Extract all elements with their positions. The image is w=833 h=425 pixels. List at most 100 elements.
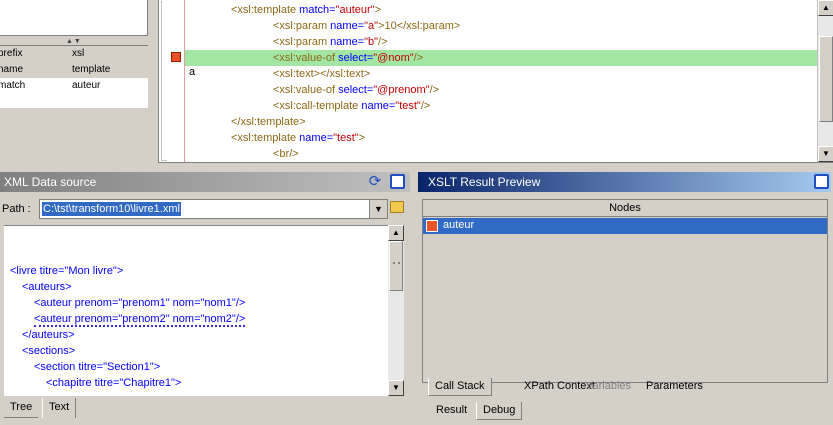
scroll-down-icon[interactable]: ▼ bbox=[818, 146, 833, 162]
properties-panel: ▲▼ prefix xsl name template match auteur bbox=[0, 0, 150, 163]
code-line[interactable]: <xsl:call-template name="test"/> bbox=[185, 98, 818, 114]
code-tag: <xsl:param bbox=[273, 20, 327, 32]
scroll-thumb[interactable] bbox=[389, 241, 403, 291]
xml-panel-titlebar[interactable]: XML Data source ⟳ bbox=[0, 172, 410, 192]
code-attr: select= bbox=[335, 52, 373, 64]
code-rest: /> bbox=[430, 84, 439, 96]
tab-parameters[interactable]: Parameters bbox=[640, 378, 709, 396]
maximize-icon[interactable] bbox=[390, 174, 405, 189]
xml-vertical-scrollbar[interactable]: ▲ ▼ bbox=[388, 225, 404, 396]
debug-info-tabs: Call Stack XPath Context Variables Param… bbox=[422, 378, 828, 398]
editor-gutter[interactable] bbox=[159, 0, 184, 162]
code-rest: /> bbox=[378, 36, 387, 48]
code-value: "auteur" bbox=[336, 4, 375, 16]
scroll-up-icon[interactable]: ▲ bbox=[388, 225, 404, 241]
variable-marker: a bbox=[189, 66, 195, 78]
code-line[interactable]: <xsl:value-of select="@nom"/> bbox=[185, 50, 818, 66]
xslt-code-editor[interactable]: <xsl:template match="auteur"> <xsl:param … bbox=[158, 0, 833, 163]
code-tag: <xsl:param bbox=[273, 36, 327, 48]
xml-line[interactable]: <sections> bbox=[22, 343, 75, 359]
nodes-column-header[interactable]: Nodes bbox=[423, 200, 827, 217]
xml-line-text: <auteur prenom="prenom1" nom="nom1"/> bbox=[34, 297, 245, 309]
nodes-list[interactable]: Nodes auteur bbox=[422, 199, 828, 383]
code-line[interactable]: <xsl:text></xsl:text> bbox=[185, 66, 818, 82]
code-line[interactable]: <xsl:template match="auteur"> bbox=[185, 2, 818, 18]
code-line[interactable]: <xsl:value-of select="@prenom"/> bbox=[185, 82, 818, 98]
code-attr: match= bbox=[296, 4, 335, 16]
property-key: prefix bbox=[0, 46, 22, 61]
xml-line-text: <livre titre="Mon livre"> bbox=[10, 265, 123, 277]
code-attr: name= bbox=[327, 36, 364, 48]
code-rest: /> bbox=[414, 52, 423, 64]
code-value: "b" bbox=[364, 36, 378, 48]
xml-line[interactable]: <auteur prenom="prenom1" nom="nom1"/> bbox=[34, 295, 245, 311]
code-tag: <xsl:call-template bbox=[273, 100, 358, 112]
code-line[interactable]: <xsl:template name="test"> bbox=[185, 130, 818, 146]
xslt-result-preview-panel: XSLT Result Preview Nodes auteur Call St… bbox=[416, 172, 833, 425]
tab-variables[interactable]: Variables bbox=[580, 378, 637, 396]
xml-line[interactable]: <chapitre titre="Chapitre1"> bbox=[46, 375, 181, 391]
xslt-panel-titlebar[interactable]: XSLT Result Preview bbox=[418, 172, 831, 192]
node-label: auteur bbox=[443, 219, 474, 231]
panel-splitter[interactable]: ▲▼ bbox=[0, 38, 150, 45]
path-label: Path : bbox=[2, 203, 31, 215]
xml-line[interactable]: <auteur prenom="prenom2" nom="nom2"/> bbox=[34, 311, 245, 327]
code-line[interactable]: <xsl:param name="a">10</xsl:param> bbox=[185, 18, 818, 34]
property-key: match bbox=[0, 78, 25, 93]
tab-call-stack[interactable]: Call Stack bbox=[428, 378, 492, 396]
scroll-grip-icon bbox=[393, 262, 400, 272]
refresh-icon[interactable]: ⟳ bbox=[367, 174, 383, 190]
code-tag: <xsl:value-of bbox=[273, 84, 335, 96]
property-key: name bbox=[0, 62, 23, 77]
xml-line[interactable]: <livre titre="Mon livre"> bbox=[10, 263, 123, 279]
property-row[interactable]: name template bbox=[0, 62, 148, 78]
code-rest: > bbox=[375, 4, 381, 16]
properties-empty-area bbox=[0, 0, 148, 36]
code-rest: >10</xsl:param> bbox=[378, 20, 460, 32]
result-debug-tabs: Result Debug bbox=[422, 402, 828, 422]
property-value: template bbox=[72, 62, 110, 77]
path-value[interactable]: C:\tst\transform10\livre1.xml bbox=[42, 202, 181, 216]
splitter-arrows-icon[interactable]: ▲▼ bbox=[66, 38, 82, 45]
maximize-icon[interactable] bbox=[814, 174, 829, 189]
xml-line[interactable]: <auteurs> bbox=[22, 279, 72, 295]
property-row[interactable]: match auteur bbox=[0, 78, 148, 94]
properties-table: prefix xsl name template match auteur bbox=[0, 45, 148, 163]
code-line[interactable]: <br/> bbox=[185, 146, 818, 162]
folder-icon[interactable] bbox=[390, 201, 404, 213]
property-value: auteur bbox=[72, 78, 100, 93]
node-row[interactable]: auteur bbox=[423, 218, 827, 234]
path-combobox[interactable]: C:\tst\transform10\livre1.xml ▼ bbox=[39, 199, 388, 219]
scroll-thumb[interactable] bbox=[819, 36, 833, 122]
xml-text-view[interactable]: <livre titre="Mon livre"> <auteurs> <auteu… bbox=[4, 225, 390, 396]
code-tag: </xsl:template> bbox=[231, 116, 306, 128]
code-tag: <br/> bbox=[273, 148, 299, 160]
code-value: "@prenom" bbox=[373, 84, 429, 96]
code-value: "a" bbox=[364, 20, 378, 32]
code-line[interactable]: <xsl:param name="b"/> bbox=[185, 34, 818, 50]
code-attr: name= bbox=[358, 100, 395, 112]
xml-line-text: <chapitre titre="Chapitre1"> bbox=[46, 377, 181, 389]
code-line[interactable]: </xsl:template> bbox=[185, 114, 818, 130]
scroll-up-icon[interactable]: ▲ bbox=[818, 0, 833, 16]
editor-vertical-scrollbar[interactable]: ▲ ▼ bbox=[817, 0, 833, 162]
xml-line[interactable]: </auteurs> bbox=[22, 327, 75, 343]
property-value: xsl bbox=[72, 46, 84, 61]
property-row[interactable]: prefix xsl bbox=[0, 46, 148, 62]
xml-line[interactable]: <section titre="Section1"> bbox=[34, 359, 160, 375]
code-tag: <xsl:template bbox=[231, 132, 296, 144]
breakpoint-marker-icon[interactable] bbox=[171, 52, 181, 62]
tab-text[interactable]: Text bbox=[42, 398, 76, 418]
scroll-down-icon[interactable]: ▼ bbox=[388, 380, 404, 396]
tab-result[interactable]: Result bbox=[430, 402, 473, 420]
chevron-down-icon[interactable]: ▼ bbox=[369, 200, 387, 218]
tab-debug[interactable]: Debug bbox=[476, 402, 522, 420]
code-value: "test" bbox=[333, 132, 359, 144]
element-node-icon bbox=[426, 220, 438, 232]
code-attr: name= bbox=[327, 20, 364, 32]
code-tag: <xsl:text> bbox=[273, 68, 320, 80]
fold-bracket bbox=[161, 1, 167, 161]
xml-line-text: </auteurs> bbox=[22, 329, 75, 341]
tab-tree[interactable]: Tree bbox=[4, 398, 38, 418]
code-tag: <xsl:value-of bbox=[273, 52, 335, 64]
